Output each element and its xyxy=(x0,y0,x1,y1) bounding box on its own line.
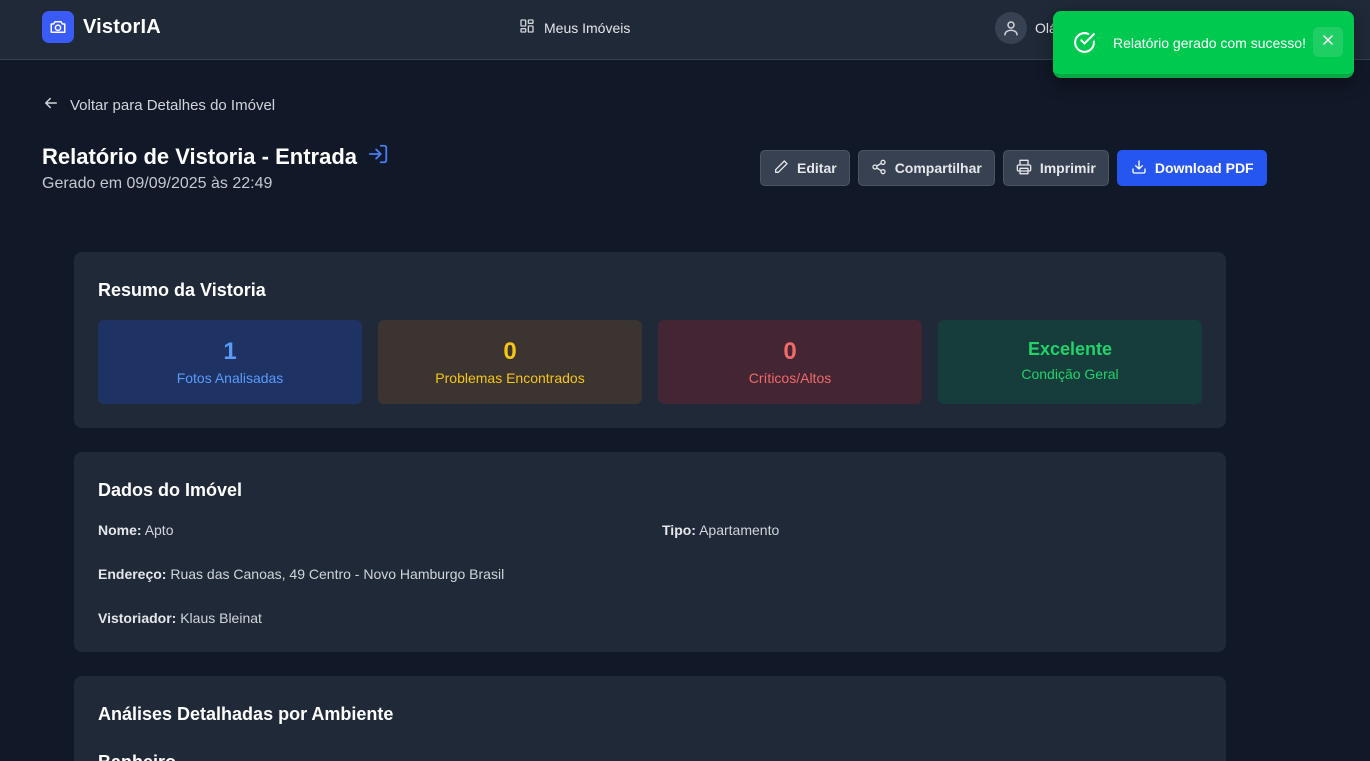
edit-button[interactable]: Editar xyxy=(760,150,850,186)
stat-condition-value: Excelente xyxy=(1027,339,1113,359)
action-toolbar: Editar Compartilhar Imprimir Download PD… xyxy=(760,150,1267,186)
page-title: Relatório de Vistoria - Entrada xyxy=(42,143,358,169)
analyses-card: Análises Detalhadas por Ambiente Banheir… xyxy=(74,676,1226,761)
property-title: Dados do Imóvel xyxy=(98,480,243,500)
user-icon xyxy=(995,12,1027,44)
analyses-title: Análises Detalhadas por Ambiente xyxy=(98,704,394,724)
field-endereco: Endereço: Ruas das Canoas, 49 Centro - N… xyxy=(98,566,504,582)
field-tipo: Tipo: Apartamento xyxy=(662,522,779,538)
summary-title: Resumo da Vistoria xyxy=(98,280,266,300)
stat-problems-label: Problemas Encontrados xyxy=(435,370,585,386)
stat-problems: 0 Problemas Encontrados xyxy=(378,320,642,404)
log-in-icon xyxy=(367,143,389,170)
back-link[interactable]: Voltar para Detalhes do Imóvel xyxy=(42,94,275,116)
field-tipo-label: Tipo: xyxy=(662,522,696,538)
back-link-label: Voltar para Detalhes do Imóvel xyxy=(70,96,276,114)
field-nome-label: Nome: xyxy=(98,522,142,538)
check-circle-icon xyxy=(1072,30,1097,60)
toast-message: Relatório gerado com sucesso! xyxy=(1113,35,1306,51)
brand[interactable]: VistorIA xyxy=(42,11,161,43)
pencil-icon xyxy=(773,159,789,178)
field-endereco-label: Endereço: xyxy=(98,566,167,582)
field-vistoriador-value: Klaus Bleinat xyxy=(180,610,262,626)
page-header: Relatório de Vistoria - Entrada xyxy=(42,143,389,170)
stat-condition: Excelente Condição Geral xyxy=(938,320,1202,404)
stat-condition-label: Condição Geral xyxy=(1021,366,1119,382)
field-tipo-value: Apartamento xyxy=(699,522,780,538)
close-icon xyxy=(1320,32,1336,53)
field-nome-value: Apto xyxy=(144,522,174,538)
print-button[interactable]: Imprimir xyxy=(1002,150,1109,186)
camera-icon xyxy=(42,11,74,43)
summary-card: Resumo da Vistoria 1 Fotos Analisadas 0 … xyxy=(74,252,1226,428)
stat-critical: 0 Críticos/Altos xyxy=(658,320,922,404)
success-toast: Relatório gerado com sucesso! xyxy=(1053,11,1354,78)
share-button[interactable]: Compartilhar xyxy=(857,150,995,186)
field-nome: Nome: Apto xyxy=(98,522,174,538)
grid-icon xyxy=(519,18,535,37)
toast-close-button[interactable] xyxy=(1313,27,1343,57)
edit-button-label: Editar xyxy=(797,160,837,176)
page-subtitle: Gerado em 09/09/2025 às 22:49 xyxy=(42,175,273,192)
nav-meus-imoveis-label: Meus Imóveis xyxy=(544,19,631,36)
stat-photos-value: 1 xyxy=(223,338,237,365)
stat-photos-label: Fotos Analisadas xyxy=(176,370,284,386)
app-name: VistorIA xyxy=(83,15,161,38)
printer-icon xyxy=(1016,159,1032,178)
stat-critical-value: 0 xyxy=(783,338,797,365)
stat-problems-value: 0 xyxy=(503,338,517,365)
stat-critical-label: Críticos/Altos xyxy=(748,370,832,386)
field-vistoriador-label: Vistoriador: xyxy=(98,610,177,626)
summary-stats: 1 Fotos Analisadas 0 Problemas Encontrad… xyxy=(98,320,1202,404)
share-button-label: Compartilhar xyxy=(894,160,982,176)
stat-photos: 1 Fotos Analisadas xyxy=(98,320,362,404)
download-icon xyxy=(1131,159,1147,178)
share-icon xyxy=(871,159,887,178)
user-menu[interactable]: Olá xyxy=(995,12,1057,44)
field-endereco-value: Ruas das Canoas, 49 Centro - Novo Hambur… xyxy=(170,566,505,582)
arrow-left-icon xyxy=(42,94,60,116)
download-pdf-button[interactable]: Download PDF xyxy=(1116,150,1267,186)
download-pdf-label: Download PDF xyxy=(1154,160,1254,176)
field-vistoriador: Vistoriador: Klaus Bleinat xyxy=(98,610,262,626)
nav-meus-imoveis[interactable]: Meus Imóveis xyxy=(519,18,630,37)
room-heading: Banheiro xyxy=(98,752,176,761)
print-button-label: Imprimir xyxy=(1039,160,1096,176)
property-card: Dados do Imóvel Nome: Apto Tipo: Apartam… xyxy=(74,452,1226,652)
